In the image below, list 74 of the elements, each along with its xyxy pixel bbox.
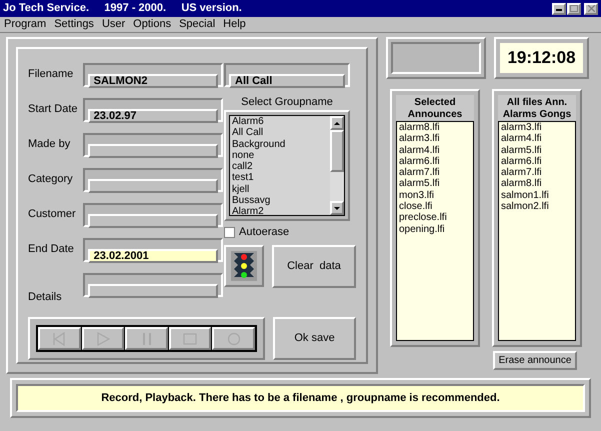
text-field[interactable]: 23.02.2001 — [88, 248, 218, 262]
file-item[interactable]: salmon1.lfi — [501, 190, 573, 202]
text-field[interactable] — [88, 144, 218, 158]
file-item[interactable]: preclose.lfi — [399, 212, 471, 224]
file-item[interactable]: alarm8.lfi — [399, 122, 471, 134]
field-label: Filename — [28, 67, 74, 82]
down-arrow-icon — [334, 206, 340, 210]
stop-icon — [183, 332, 198, 344]
file-list[interactable]: alarm8.lfi alarm3.lfi alarm4.lfi alarm6.lfi alarm7.lfi alarm5.lfi mon3.lfi close.lfi preclose.lfi opening.lfi — [396, 121, 474, 341]
minimize-button[interactable] — [552, 2, 566, 14]
file-item[interactable]: alarm6.lfi — [399, 156, 471, 168]
minimize-icon — [556, 8, 562, 10]
pause-icon — [142, 332, 152, 346]
field-label: End Date — [28, 242, 74, 258]
window-title: Jo Tech Service. 1997 - 2000. US version. — [3, 1, 242, 16]
file-item[interactable]: mon3.lfi — [399, 190, 471, 202]
maximize-button[interactable] — [567, 2, 581, 14]
clock-display: 19:12:08 — [500, 43, 583, 73]
file-list[interactable]: alarm3.lfi alarm4.lfi alarm5.lfi alarm6.lfi alarm7.lfi alarm8.lfi salmon1.lfi salmon2.lfi — [498, 121, 576, 341]
menu-item[interactable]: Special — [179, 16, 216, 33]
file-item[interactable]: alarm3.lfi — [399, 133, 471, 145]
file-item[interactable]: alarm5.lfi — [399, 178, 471, 190]
menu-item[interactable]: Help — [223, 16, 246, 33]
file-item[interactable]: alarm4.lfi — [501, 133, 573, 145]
list-item[interactable]: none — [232, 150, 328, 162]
status-bar: Record, Playback. There has to be a filename , groupname is recommended. — [16, 384, 585, 412]
file-item[interactable]: opening.lfi — [399, 224, 471, 235]
list-item[interactable]: kjell — [232, 184, 328, 196]
file-item[interactable]: alarm3.lfi — [501, 122, 573, 134]
traffic-light-icon[interactable] — [231, 251, 257, 281]
field-label: Made by — [28, 137, 70, 152]
list-item[interactable]: Background — [232, 138, 328, 150]
list-label: Select Groupname — [241, 94, 333, 110]
list-item[interactable]: call2 — [232, 161, 328, 172]
play-icon — [96, 332, 110, 346]
field-label: Customer — [28, 207, 76, 222]
menu-item[interactable]: Settings — [54, 16, 94, 33]
menu-item[interactable]: Program — [4, 16, 46, 33]
scrollbar[interactable] — [330, 116, 344, 215]
file-item[interactable]: alarm7.lfi — [501, 167, 573, 178]
autoerase-checkbox[interactable] — [224, 226, 235, 238]
list-item[interactable]: Bussavg — [232, 195, 328, 206]
record-icon — [226, 332, 241, 346]
file-item[interactable]: alarm7.lfi — [399, 167, 471, 178]
file-item[interactable]: alarm4.lfi — [399, 144, 471, 156]
checkbox-label: Autoerase — [239, 224, 290, 240]
skip-back-icon — [52, 332, 66, 346]
file-item[interactable]: salmon2.lfi — [501, 201, 573, 212]
close-icon — [588, 5, 594, 12]
file-item[interactable]: alarm8.lfi — [501, 178, 573, 190]
file-item[interactable]: alarm6.lfi — [501, 156, 573, 168]
text-field[interactable]: SALMON2 — [88, 74, 218, 88]
list-item[interactable]: All Call — [232, 127, 328, 139]
close-button[interactable] — [584, 2, 598, 14]
menu-item[interactable]: User — [102, 16, 126, 33]
text-field[interactable] — [88, 178, 218, 192]
maximize-icon — [570, 5, 578, 12]
field-label: Category — [28, 172, 73, 188]
group-field[interactable]: All Call — [229, 74, 345, 88]
text-field[interactable]: 23.02.97 — [88, 108, 218, 122]
file-item[interactable]: alarm5.lfi — [501, 144, 573, 156]
ok-save-button[interactable]: Ok save — [273, 317, 356, 360]
text-field[interactable] — [88, 284, 218, 298]
list-item[interactable]: test1 — [232, 172, 328, 184]
text-field[interactable] — [88, 214, 218, 228]
erase-announce-button[interactable]: Erase announce — [493, 351, 577, 370]
list-item[interactable]: Alarm6 — [232, 116, 328, 128]
file-item[interactable]: close.lfi — [399, 201, 471, 212]
up-arrow-icon — [334, 122, 340, 124]
field-label: Start Date — [28, 102, 78, 118]
field-label: Details — [28, 290, 62, 304]
list-item[interactable]: Alarm2 — [232, 206, 328, 218]
clear-data-button[interactable]: Clear data — [272, 245, 356, 288]
menu-item[interactable]: Options — [133, 16, 172, 33]
